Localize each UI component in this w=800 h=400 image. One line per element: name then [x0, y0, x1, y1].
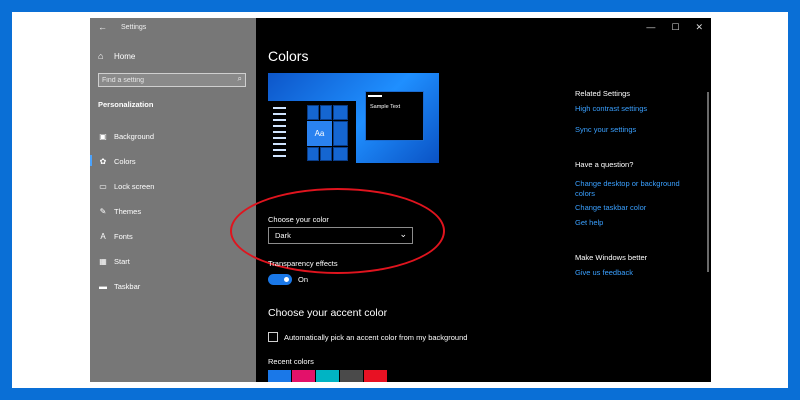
close-icon[interactable]: ✕	[695, 22, 703, 33]
color-swatch[interactable]	[316, 370, 339, 382]
sidebar-item-label: Lock screen	[114, 182, 155, 191]
minimize-icon[interactable]: —	[646, 22, 655, 33]
scrollbar[interactable]	[707, 92, 709, 272]
palette-icon: ✿	[99, 157, 107, 166]
preview-tile	[333, 147, 348, 161]
start-icon: ▦	[99, 257, 107, 266]
themes-icon: ✎	[99, 207, 107, 216]
transparency-toggle[interactable]	[268, 274, 292, 285]
window-controls: — ☐ ✕	[646, 22, 703, 33]
color-swatch[interactable]	[364, 370, 387, 382]
back-arrow-icon[interactable]: ←	[98, 22, 107, 32]
toggle-knob	[284, 277, 289, 282]
maximize-icon[interactable]: ☐	[671, 22, 679, 33]
sidebar-item-label: Colors	[114, 157, 136, 166]
preview-start-menu: Aa	[268, 101, 356, 163]
preview-sample-text: Sample Text	[370, 104, 401, 110]
sidebar-item-taskbar[interactable]: ▬ Taskbar	[90, 274, 256, 299]
search-icon[interactable]: ⌕	[238, 74, 242, 84]
transparency-label: Transparency effects	[268, 259, 338, 268]
home-icon: ⌂	[98, 51, 104, 61]
home-label: Home	[114, 51, 136, 61]
color-swatch[interactable]	[268, 370, 291, 382]
related-settings-title: Related Settings	[575, 89, 631, 98]
question-title: Have a question?	[575, 160, 634, 169]
preview-tile	[307, 105, 319, 120]
main-panel: — ☐ ✕ Colors Aa Sample Text Choose your …	[230, 18, 711, 382]
auto-accent-checkbox[interactable]	[268, 332, 278, 342]
sidebar: ← Settings ⌂ Home ⌕ Personalization ▣ Ba…	[90, 18, 256, 382]
theme-preview: Aa Sample Text	[268, 73, 439, 163]
page-title: Colors	[268, 48, 309, 64]
picture-icon: ▣	[99, 132, 107, 141]
preview-tile-aa: Aa	[307, 121, 332, 146]
preview-window: Sample Text	[365, 91, 424, 141]
sidebar-item-label: Start	[114, 257, 130, 266]
sidebar-item-background[interactable]: ▣ Background	[90, 124, 256, 149]
preview-tile	[320, 147, 332, 161]
get-help-link[interactable]: Get help	[575, 218, 695, 228]
sidebar-nav: ▣ Background ✿ Colors ▭ Lock screen ✎ Th…	[90, 124, 256, 299]
sidebar-item-label: Background	[114, 132, 155, 141]
color-swatch[interactable]	[340, 370, 363, 382]
titlebar-left: ← Settings	[90, 18, 256, 38]
lock-screen-icon: ▭	[99, 182, 107, 191]
preview-tile	[307, 147, 319, 161]
recent-colors-label: Recent colors	[268, 357, 314, 366]
sidebar-item-start[interactable]: ▦ Start	[90, 249, 256, 274]
change-taskbar-color-link[interactable]: Change taskbar color	[575, 203, 695, 213]
settings-window: ← Settings ⌂ Home ⌕ Personalization ▣ Ba…	[90, 18, 711, 382]
auto-accent-label: Automatically pick an accent color from …	[284, 333, 468, 342]
give-feedback-link[interactable]: Give us feedback	[575, 268, 695, 278]
transparency-state: On	[298, 275, 309, 284]
fonts-icon: A	[100, 232, 106, 241]
app-title: Settings	[121, 24, 147, 31]
make-windows-better-title: Make Windows better	[575, 253, 648, 262]
preview-window-bar	[368, 95, 382, 97]
accent-section-title: Choose your accent color	[268, 307, 388, 319]
sidebar-item-label: Taskbar	[114, 282, 141, 291]
home-link[interactable]: ⌂ Home	[98, 51, 135, 61]
high-contrast-link[interactable]: High contrast settings	[575, 104, 695, 114]
preview-tile	[333, 105, 348, 120]
color-swatch[interactable]	[292, 370, 315, 382]
sync-settings-link[interactable]: Sync your settings	[575, 125, 695, 135]
sidebar-item-label: Themes	[114, 207, 142, 216]
preview-tile	[320, 105, 332, 120]
search-input[interactable]	[102, 75, 227, 86]
sidebar-item-colors[interactable]: ✿ Colors	[90, 149, 256, 174]
sidebar-item-lock-screen[interactable]: ▭ Lock screen	[90, 174, 256, 199]
taskbar-icon: ▬	[99, 282, 107, 291]
sidebar-item-themes[interactable]: ✎ Themes	[90, 199, 256, 224]
section-title: Personalization	[98, 100, 154, 109]
sidebar-item-label: Fonts	[114, 232, 133, 241]
recent-colors	[268, 370, 387, 382]
preview-tile	[333, 121, 348, 146]
change-background-colors-link[interactable]: Change desktop or background colors	[575, 179, 695, 199]
search-box[interactable]: ⌕	[98, 73, 246, 87]
